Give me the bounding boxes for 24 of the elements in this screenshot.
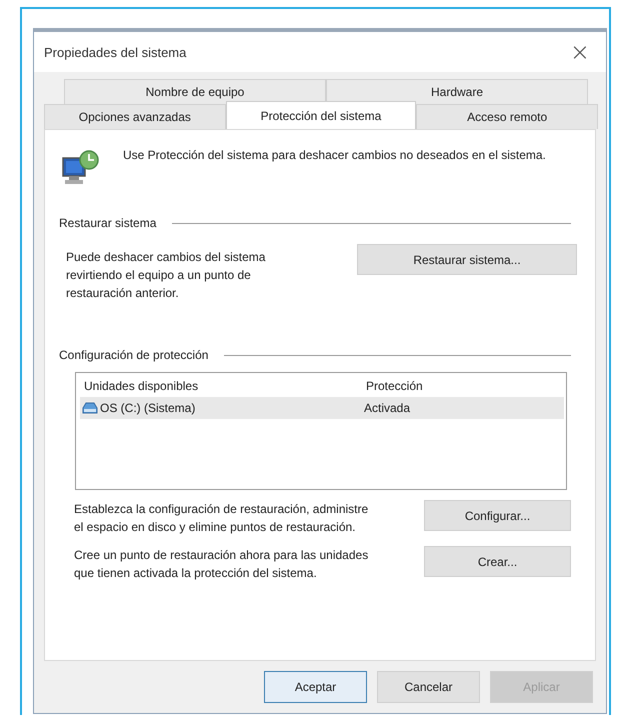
tab[interactable]: Protección del sistema <box>226 101 416 129</box>
window-title: Propiedades del sistema <box>44 44 186 60</box>
table-cell-text: Activada <box>363 401 410 415</box>
ok-button[interactable]: Aceptar <box>264 671 367 703</box>
group-heading: Configuración de protección <box>59 348 208 362</box>
column-header[interactable]: Unidades disponibles <box>80 379 362 393</box>
group-heading: Restaurar sistema <box>59 216 156 230</box>
cancel-button[interactable]: Cancelar <box>377 671 480 703</box>
configure-button[interactable]: Configurar... <box>424 500 571 531</box>
column-header[interactable]: Protección <box>362 379 423 393</box>
description-text: Use Protección del sistema para deshacer cambios no deseados en el sistema. <box>123 147 547 164</box>
description-text: Establezca la configuración de restauración, administre el espacio en disco y elimine puntos de restauración. <box>74 501 370 536</box>
description-text: Cree un punto de restauración ahora para las unidades que tienen activada la protección del sistema. <box>74 547 370 582</box>
close-button[interactable]: × <box>564 38 596 66</box>
create-button[interactable]: Crear... <box>424 546 571 577</box>
selected-row[interactable]: OS (C:) (Sistema) Activada <box>80 397 564 419</box>
tab[interactable]: Nombre de equipo <box>64 79 326 104</box>
drive-icon <box>82 401 98 415</box>
tab[interactable]: Opciones avanzadas <box>44 104 226 129</box>
tab[interactable]: Acceso remoto <box>416 104 598 129</box>
restore-button[interactable]: Restaurar sistema... <box>357 244 577 275</box>
description-text: Puede deshacer cambios del sistema revirtiendo el equipo a un punto de restauración anterior. <box>66 249 266 302</box>
tab[interactable]: Hardware <box>326 79 588 104</box>
table-cell: OS (C:) (Sistema) <box>100 401 196 415</box>
